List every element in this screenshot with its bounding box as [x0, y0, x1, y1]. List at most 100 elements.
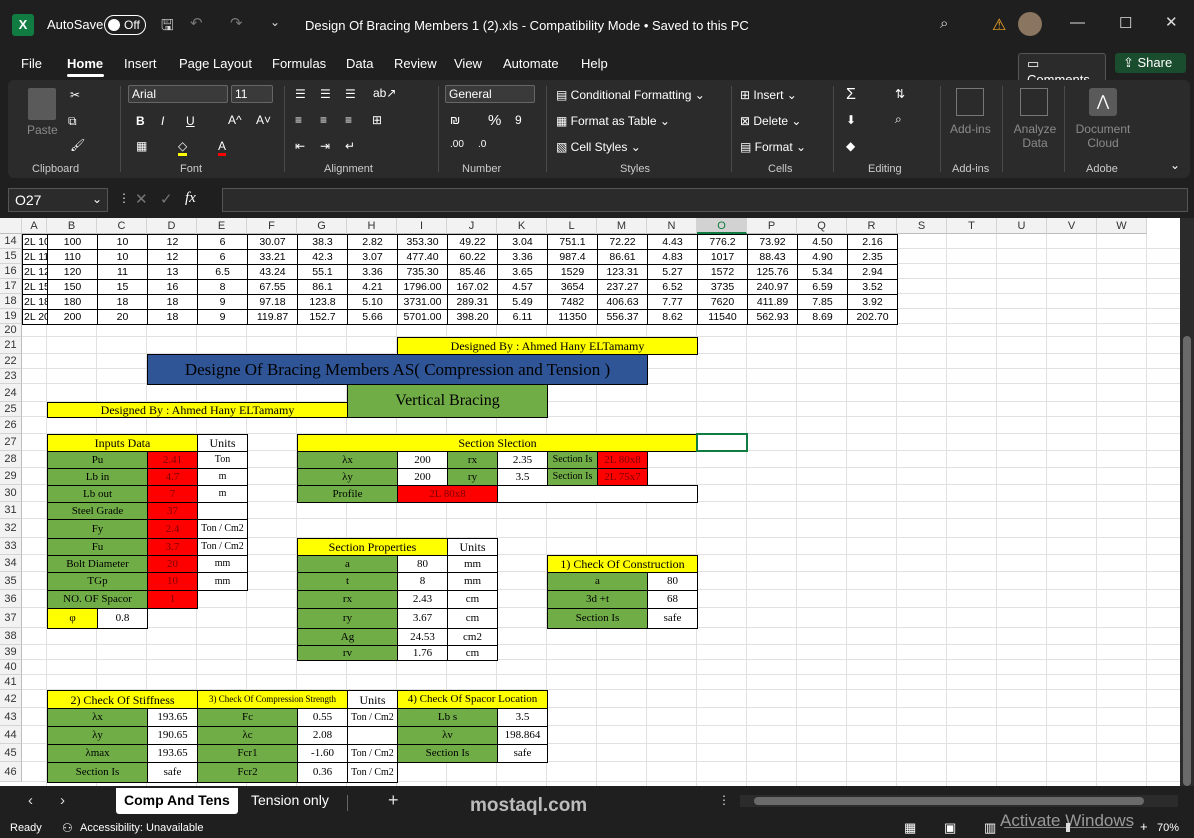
row-header[interactable]: 20 [0, 324, 22, 337]
scroll-thumb[interactable] [754, 797, 1144, 805]
compression-value[interactable]: 0.55 [297, 708, 348, 727]
column-header[interactable]: H [347, 218, 397, 234]
selection-value[interactable]: 2.35 [497, 451, 548, 469]
table-cell[interactable]: 289.31 [447, 294, 498, 310]
column-header[interactable]: A [22, 218, 47, 234]
align-middle-icon[interactable]: ☰ [320, 87, 331, 101]
tab-help[interactable]: Help [581, 56, 608, 71]
table-cell[interactable]: 6 [197, 249, 248, 265]
table-cell[interactable]: 11350 [547, 309, 598, 325]
decrease-font-icon[interactable]: A˅ [256, 113, 271, 127]
table-cell[interactable]: 5.34 [797, 264, 848, 280]
table-cell[interactable]: 86.61 [597, 249, 648, 265]
table-cell[interactable]: 6.59 [797, 279, 848, 295]
column-header[interactable]: V [1047, 218, 1097, 234]
copy-icon[interactable]: ⧉ [68, 114, 77, 129]
table-cell[interactable]: 73.92 [747, 234, 798, 250]
table-cell[interactable]: 6.5 [197, 264, 248, 280]
align-center-icon[interactable]: ≡ [320, 113, 327, 127]
input-value[interactable]: 4.7 [147, 468, 198, 486]
table-cell[interactable]: 9 [197, 309, 248, 325]
table-cell[interactable]: 2.35 [847, 249, 898, 265]
phi-value[interactable]: 0.8 [97, 608, 148, 629]
row-header[interactable]: 14 [0, 234, 22, 249]
input-value[interactable]: 2.4 [147, 519, 198, 539]
comma-style-icon[interactable]: 9 [515, 113, 522, 127]
table-cell[interactable]: 60.22 [447, 249, 498, 265]
font-size-select[interactable]: 11 [231, 85, 273, 103]
row-header[interactable]: 23 [0, 369, 22, 384]
table-cell[interactable]: 4.43 [647, 234, 698, 250]
column-header[interactable]: L [547, 218, 597, 234]
scroll-tabs-right-icon[interactable]: › [60, 792, 65, 809]
selection-value[interactable]: 200 [397, 451, 448, 469]
table-cell[interactable]: 13 [147, 264, 198, 280]
collapse-ribbon-icon[interactable]: ⌄ [1170, 158, 1180, 172]
table-cell[interactable]: 6.11 [497, 309, 548, 325]
table-cell[interactable]: 12 [147, 249, 198, 265]
table-cell[interactable]: 1572 [697, 264, 748, 280]
input-value[interactable]: 7 [147, 485, 198, 503]
search-icon[interactable]: ⌕ [940, 15, 948, 32]
tab-file[interactable]: File [21, 56, 42, 71]
zoom-slider-thumb[interactable] [1066, 823, 1070, 832]
table-cell[interactable]: 8 [197, 279, 248, 295]
table-cell[interactable]: 20 [97, 309, 148, 325]
table-cell[interactable]: 3735 [697, 279, 748, 295]
table-cell[interactable]: 123.8 [297, 294, 348, 310]
table-cell[interactable]: 152.7 [297, 309, 348, 325]
input-value[interactable]: 2.41 [147, 451, 198, 469]
spacor-value[interactable]: 3.5 [497, 708, 548, 727]
table-cell[interactable]: 6.52 [647, 279, 698, 295]
table-cell[interactable]: 5.27 [647, 264, 698, 280]
stiffness-value[interactable]: 190.65 [147, 726, 198, 745]
column-header[interactable]: R [847, 218, 897, 234]
more-options-icon[interactable]: ⋮ [718, 793, 730, 807]
table-cell[interactable]: 3.04 [497, 234, 548, 250]
format-as-table-button[interactable]: ▦ Format as Table ⌄ [556, 114, 670, 128]
maximize-icon[interactable]: ☐ [1119, 14, 1132, 32]
sheet-tab-comp-and-tens[interactable]: Comp And Tens [116, 788, 238, 814]
table-cell[interactable]: 4.83 [647, 249, 698, 265]
table-cell[interactable]: 1529 [547, 264, 598, 280]
table-cell[interactable]: 72.22 [597, 234, 648, 250]
accessibility-icon[interactable]: ⚇ [62, 821, 73, 835]
column-header[interactable]: K [497, 218, 547, 234]
document-title[interactable]: Design Of Bracing Members 1 (2).xls - Co… [305, 18, 749, 33]
table-cell[interactable]: 556.37 [597, 309, 648, 325]
column-header[interactable]: Q [797, 218, 847, 234]
table-cell[interactable]: 10 [97, 249, 148, 265]
undo-icon[interactable]: ↶ [190, 14, 203, 32]
table-cell[interactable]: 11 [97, 264, 148, 280]
align-bottom-icon[interactable]: ☰ [345, 87, 356, 101]
fill-icon[interactable]: ⬇ [846, 113, 856, 127]
row-header[interactable]: 46 [0, 762, 22, 782]
table-cell[interactable]: 119.87 [247, 309, 298, 325]
row-header[interactable]: 40 [0, 660, 22, 675]
paste-icon[interactable] [28, 88, 56, 120]
conditional-formatting-button[interactable]: ▤ Conditional Formatting ⌄ [556, 88, 705, 102]
cell-styles-button[interactable]: ▧ Cell Styles ⌄ [556, 140, 641, 154]
row-header[interactable]: 43 [0, 708, 22, 726]
zoom-level[interactable]: 70% [1157, 822, 1179, 834]
column-header[interactable]: U [997, 218, 1047, 234]
compression-value[interactable]: 0.36 [297, 762, 348, 783]
table-cell[interactable]: 751.1 [547, 234, 598, 250]
table-cell[interactable]: 167.02 [447, 279, 498, 295]
table-cell[interactable]: 477.40 [397, 249, 448, 265]
column-header[interactable]: N [647, 218, 697, 234]
row-header[interactable]: 27 [0, 434, 22, 451]
property-value[interactable]: 24.53 [397, 628, 448, 646]
table-cell[interactable]: 735.30 [397, 264, 448, 280]
table-cell[interactable]: 42.3 [297, 249, 348, 265]
document-cloud-button[interactable]: Document Cloud [1073, 122, 1133, 150]
active-cell-selection[interactable] [696, 433, 748, 452]
table-cell[interactable]: 8.69 [797, 309, 848, 325]
table-cell[interactable]: 4.57 [497, 279, 548, 295]
stiffness-value[interactable]: 193.65 [147, 708, 198, 727]
enter-icon[interactable]: ✓ [160, 190, 173, 208]
table-cell[interactable]: 8.62 [647, 309, 698, 325]
column-header[interactable]: E [197, 218, 247, 234]
row-header[interactable]: 42 [0, 690, 22, 708]
borders-icon[interactable]: ▦ [136, 139, 147, 153]
